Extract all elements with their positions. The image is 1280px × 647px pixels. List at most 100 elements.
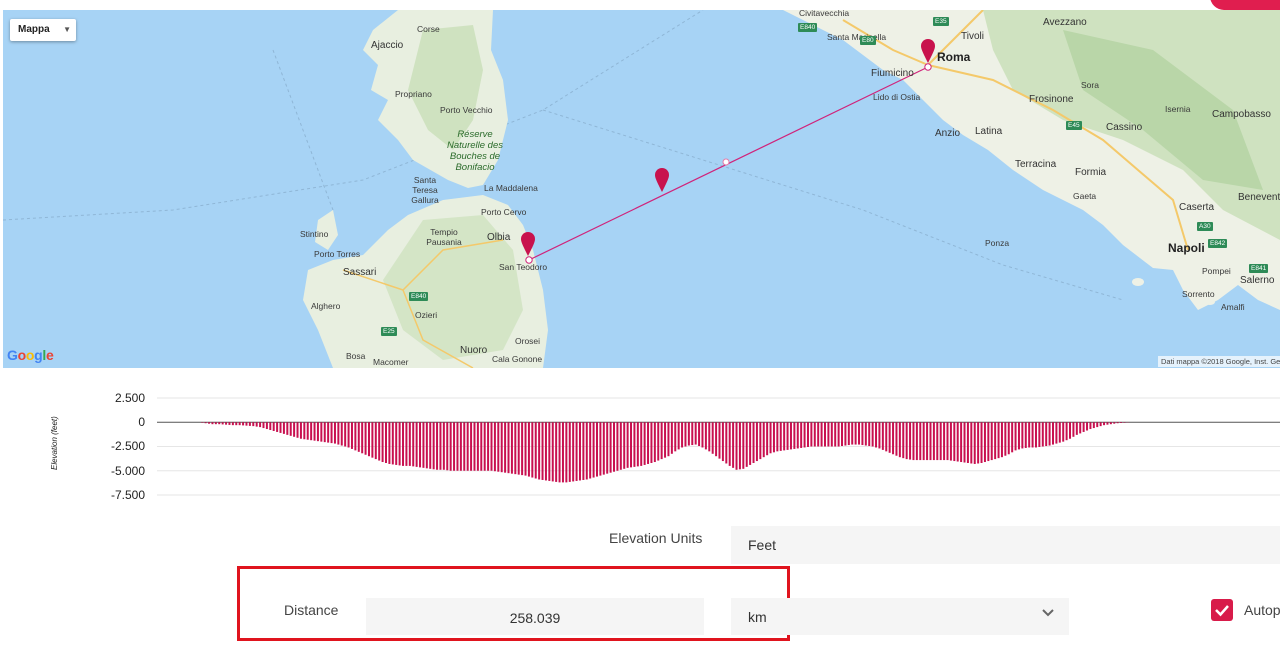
elevation-bar [783,422,786,451]
elevation-bar [497,422,500,472]
elevation-bar [429,422,432,469]
elevation-bar [463,422,466,471]
elevation-bar [912,422,915,461]
elevation-bar [660,422,663,460]
elevation-bar [796,422,799,449]
elevation-bar [667,422,670,457]
elevation-bar [674,422,677,452]
elevation-bar [922,422,925,461]
elevation-bar [208,422,211,424]
city-label: Campobasso [1212,109,1271,120]
city-label: Cassino [1106,122,1143,133]
elevation-chart[interactable] [157,385,1280,500]
elevation-bar [527,422,530,477]
elevation-bar [534,422,537,479]
elevation-bar [844,422,847,446]
elevation-bar [259,422,262,428]
elevation-bar [480,422,483,471]
elevation-bar [909,422,912,460]
elevation-bar [350,422,353,449]
elevation-bar [837,422,840,447]
elevation-bar [864,422,867,446]
elevation-bar [990,422,993,461]
distance-unit-select[interactable]: km [731,598,1069,635]
elevation-bar [442,422,445,470]
map-view[interactable]: Mappa ▼ Roma Napoli Ajaccio Sassari Olbi… [3,10,1280,368]
city-label: Santa Marinella [827,32,887,42]
elevation-bar [561,422,564,483]
elevation-bar [225,422,228,425]
marker-midpoint[interactable] [655,168,669,192]
elevation-bar [861,422,864,446]
elevation-bar [493,422,496,472]
elevation-bar [871,422,874,447]
elevation-bar [905,422,908,460]
elevation-bar [521,422,524,476]
elevation-bar [738,422,741,470]
elevation-bar [1103,422,1106,426]
elevation-bar [466,422,469,471]
distance-field[interactable]: 258.039 [366,598,704,635]
elevation-bar [473,422,476,471]
city-label: Latina [975,126,1003,137]
elevation-units-select[interactable]: Feet [731,526,1280,564]
elevation-bar [1079,422,1082,434]
elevation-bar [841,422,844,447]
elevation-bar [432,422,435,470]
elevation-bar [357,422,360,452]
elevation-bar [558,422,561,483]
elevation-bar [354,422,357,451]
park-label: Réserve Naturelle des Bouches de Bonifac… [447,129,503,173]
elevation-bar [415,422,418,467]
elevation-bar [470,422,473,471]
elevation-bar [800,422,803,448]
road-shield: E45 [1066,121,1082,130]
elevation-bar [279,422,282,433]
city-label: Roma [937,50,971,64]
elevation-bar [476,422,479,471]
elevation-bar [977,422,980,464]
elevation-bar [456,422,459,471]
elevation-bar [374,422,377,460]
elevation-bar [449,422,452,471]
elevation-bar [391,422,394,465]
elevation-bar [704,422,707,450]
elevation-bar [1099,422,1102,427]
elevation-bar [806,422,809,447]
city-label: Formia [1075,167,1107,178]
elevation-bar [902,422,905,459]
elevation-bar [548,422,551,481]
elevation-bar [412,422,415,467]
city-label: Anzio [935,128,961,139]
city-label: Caserta [1179,202,1215,213]
map-type-select[interactable]: Mappa ▼ [10,19,76,41]
elevation-bar [1014,422,1017,451]
map-canvas[interactable] [3,10,1280,368]
city-label: Fiumicino [871,68,914,79]
elevation-bar [817,422,820,447]
elevation-bar [1116,422,1119,424]
elevation-bar [973,422,976,464]
elevation-bar [272,422,275,431]
elevation-bar [711,422,714,454]
elevation-bar [1069,422,1072,439]
elevation-bar [446,422,449,471]
elevation-bar [664,422,667,458]
elevation-bar [803,422,806,448]
city-label: Amalfi [1221,302,1245,312]
elevation-bar [939,422,942,461]
map-attribution[interactable]: Dati mappa ©2018 Google, Inst. Ge [1158,356,1280,367]
elevation-bar [980,422,983,463]
elevation-bar [585,422,588,480]
elevation-bar [1017,422,1020,450]
y-tick-label: -5.000 [110,464,145,478]
elevation-bar [589,422,592,479]
elevation-bar [1092,422,1095,429]
autoplot-checkbox[interactable] [1211,599,1233,621]
elevation-bar [915,422,918,461]
elevation-bar [878,422,881,449]
elevation-bar [398,422,401,466]
elevation-bar [1062,422,1065,442]
elevation-bar [820,422,823,447]
elevation-bar [619,422,622,470]
